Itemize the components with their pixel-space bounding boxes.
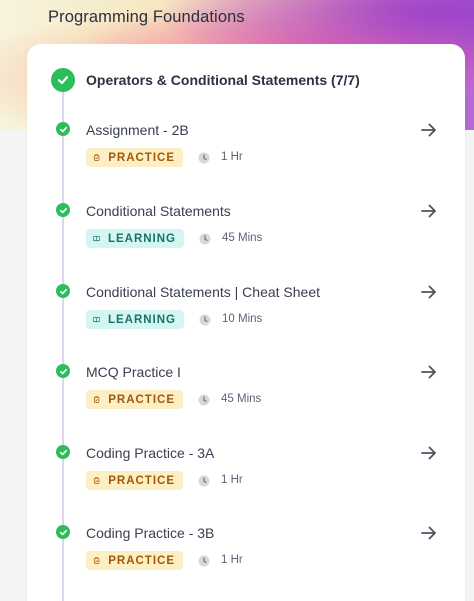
item-title[interactable]: Conditional Statements	[86, 203, 231, 219]
check-circle-icon	[56, 364, 70, 378]
practice-badge: PRACTICE	[86, 390, 183, 409]
item-title[interactable]: Conditional Statements | Cheat Sheet	[86, 284, 320, 300]
clipboard-icon	[93, 154, 100, 161]
item-duration: 1 Hr	[221, 554, 243, 566]
book-icon	[93, 316, 100, 323]
badge-label: LEARNING	[107, 313, 176, 326]
arrow-right-icon[interactable]	[420, 284, 440, 302]
list-item[interactable]: Coding Practice - 3B PRACTICE 1 Hr	[0, 525, 474, 595]
item-duration: 1 Hr	[221, 474, 243, 486]
list-item[interactable]: Conditional Statements | Cheat Sheet LEA…	[0, 284, 474, 354]
clock-icon	[199, 233, 211, 245]
check-circle-icon	[56, 445, 70, 459]
item-title[interactable]: Coding Practice - 3A	[86, 445, 214, 461]
check-circle-icon	[56, 525, 70, 539]
list-item[interactable]: Coding Practice - 3A PRACTICE 1 Hr	[0, 445, 474, 515]
check-circle-icon	[51, 68, 75, 92]
clock-icon	[198, 555, 210, 567]
page-title: Programming Foundations	[48, 8, 245, 26]
item-title[interactable]: MCQ Practice I	[86, 364, 181, 380]
list-item[interactable]: Conditional Statements LEARNING 45 Mins	[0, 203, 474, 273]
item-title[interactable]: Assignment - 2B	[86, 122, 189, 138]
learning-badge: LEARNING	[86, 310, 184, 329]
arrow-right-icon[interactable]	[420, 203, 440, 221]
arrow-right-icon[interactable]	[420, 364, 440, 382]
check-circle-icon	[56, 203, 70, 217]
clipboard-icon	[93, 557, 100, 564]
list-item[interactable]: MCQ Practice I PRACTICE 45 Mins	[0, 364, 474, 434]
item-title[interactable]: Coding Practice - 3B	[86, 525, 214, 541]
clock-icon	[199, 314, 211, 326]
check-circle-icon	[56, 122, 70, 136]
badge-label: PRACTICE	[108, 151, 175, 164]
badge-label: PRACTICE	[108, 393, 175, 406]
section-title: Operators & Conditional Statements (7/7)	[86, 72, 360, 88]
clock-icon	[198, 152, 210, 164]
arrow-right-icon[interactable]	[420, 525, 440, 543]
book-icon	[93, 235, 100, 242]
item-duration: 1 Hr	[221, 151, 243, 163]
clipboard-icon	[93, 477, 100, 484]
list-item[interactable]: Assignment - 2B PRACTICE 1 Hr	[0, 122, 474, 192]
badge-label: LEARNING	[107, 232, 176, 245]
item-duration: 45 Mins	[221, 393, 262, 405]
clipboard-icon	[93, 396, 100, 403]
practice-badge: PRACTICE	[86, 471, 183, 490]
learning-badge: LEARNING	[86, 229, 184, 248]
item-duration: 10 Mins	[222, 313, 263, 325]
clock-icon	[198, 394, 210, 406]
arrow-right-icon[interactable]	[420, 445, 440, 463]
item-duration: 45 Mins	[222, 232, 263, 244]
arrow-right-icon[interactable]	[420, 122, 440, 140]
practice-badge: PRACTICE	[86, 551, 183, 570]
badge-label: PRACTICE	[108, 554, 175, 567]
practice-badge: PRACTICE	[86, 148, 183, 167]
check-circle-icon	[56, 284, 70, 298]
badge-label: PRACTICE	[108, 474, 175, 487]
clock-icon	[198, 475, 210, 487]
